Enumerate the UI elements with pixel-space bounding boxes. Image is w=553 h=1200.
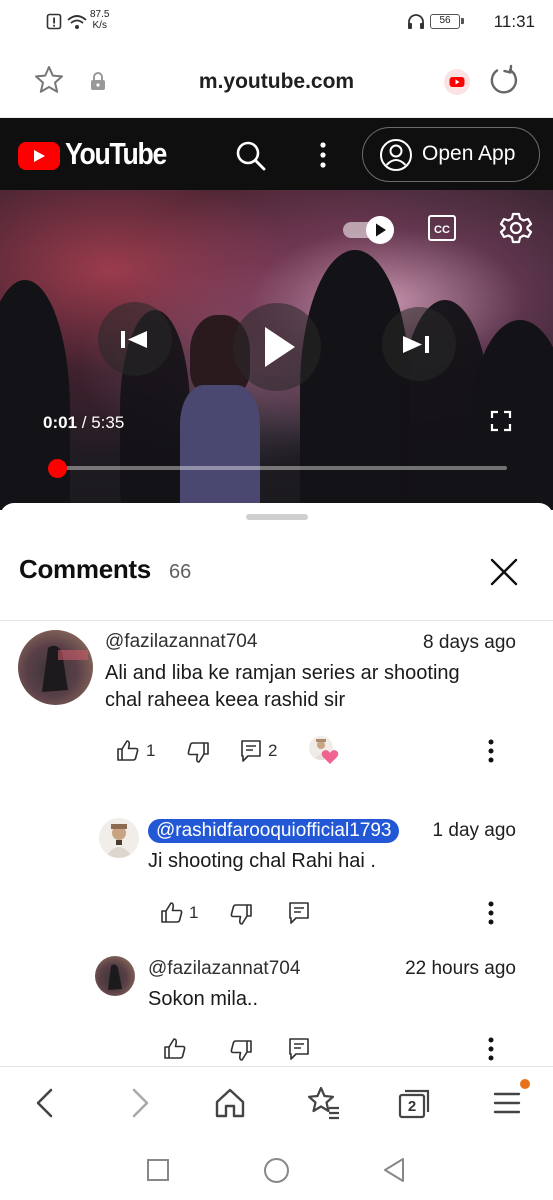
skip-previous-icon bbox=[121, 331, 147, 348]
reply-author[interactable]: @fazilazannat704 bbox=[148, 958, 300, 980]
comment-author[interactable]: @fazilazannat704 bbox=[105, 631, 257, 653]
youtube-site-icon[interactable] bbox=[443, 68, 471, 96]
wifi-icon bbox=[67, 15, 87, 29]
reply-text: Sokon mila.. bbox=[148, 988, 259, 1010]
home-icon[interactable] bbox=[214, 1087, 246, 1119]
play-icon bbox=[265, 327, 295, 367]
settings-gear-icon[interactable] bbox=[499, 211, 533, 245]
comments-panel bbox=[0, 503, 553, 1073]
network-speed: 87.5 K/s bbox=[90, 9, 109, 31]
time-separator: / bbox=[77, 413, 92, 432]
previous-button[interactable] bbox=[98, 302, 172, 376]
notification-dot bbox=[520, 1079, 530, 1089]
skip-next-icon bbox=[403, 336, 429, 353]
back-icon[interactable] bbox=[34, 1088, 56, 1118]
like-icon[interactable] bbox=[160, 901, 184, 925]
avatar[interactable] bbox=[18, 630, 93, 705]
reply-author-mention[interactable]: @rashidfarooquiofficial1793 bbox=[148, 819, 400, 843]
reply-icon[interactable] bbox=[240, 739, 262, 763]
dislike-icon[interactable] bbox=[229, 902, 253, 926]
battery-indicator: 56 bbox=[430, 14, 464, 29]
divider bbox=[0, 620, 553, 621]
tabs-button[interactable]: 2 bbox=[398, 1089, 430, 1119]
comment-timestamp: 8 days ago bbox=[423, 632, 516, 653]
forward-icon[interactable] bbox=[129, 1088, 151, 1118]
captions-button[interactable]: CC bbox=[427, 214, 457, 242]
browser-bottom-toolbar bbox=[0, 1066, 553, 1138]
browser-address-bar: m.youtube.com bbox=[0, 44, 553, 118]
playback-time: 0:01 / 5:35 bbox=[43, 413, 124, 433]
bookmarks-icon[interactable] bbox=[305, 1086, 341, 1120]
heart-icon bbox=[321, 750, 339, 764]
system-back-icon[interactable] bbox=[382, 1157, 406, 1183]
reply-text: Ji shooting chal Rahi hai . bbox=[148, 850, 376, 872]
dislike-icon[interactable] bbox=[229, 1038, 253, 1062]
reply-count: 2 bbox=[268, 741, 278, 760]
like-icon[interactable] bbox=[163, 1037, 187, 1061]
video-duration: 5:35 bbox=[91, 413, 125, 432]
comment-menu-icon[interactable] bbox=[486, 738, 496, 764]
comment-menu-icon[interactable] bbox=[486, 1036, 496, 1062]
autoplay-toggle[interactable] bbox=[342, 215, 398, 245]
more-options-icon[interactable] bbox=[318, 141, 328, 169]
status-bar: 87.5 K/s 56 11:31 bbox=[0, 0, 553, 44]
system-home-icon[interactable] bbox=[263, 1157, 290, 1184]
reply-timestamp: 1 day ago bbox=[432, 820, 516, 841]
headphones-icon bbox=[408, 14, 424, 29]
progress-scrubber[interactable] bbox=[48, 459, 67, 478]
fullscreen-icon[interactable] bbox=[490, 410, 512, 432]
clock: 11:31 bbox=[493, 12, 535, 31]
search-icon[interactable] bbox=[235, 140, 267, 172]
youtube-wordmark[interactable]: YouTube bbox=[65, 136, 167, 172]
comments-title: Comments bbox=[19, 554, 151, 584]
avatar[interactable] bbox=[99, 818, 139, 858]
sim-alert-icon bbox=[46, 13, 62, 30]
next-button[interactable] bbox=[382, 307, 456, 381]
comment-menu-icon[interactable] bbox=[486, 900, 496, 926]
like-count: 1 bbox=[146, 741, 156, 760]
recents-icon[interactable] bbox=[146, 1158, 170, 1182]
comments-count: 66 bbox=[169, 561, 192, 583]
dislike-icon[interactable] bbox=[186, 740, 210, 764]
like-count: 1 bbox=[189, 903, 199, 922]
current-time: 0:01 bbox=[43, 413, 78, 432]
open-app-label[interactable]: Open App bbox=[422, 142, 515, 166]
account-icon bbox=[380, 139, 412, 171]
reply-icon[interactable] bbox=[288, 1037, 310, 1061]
comment-text: Ali and liba ke ramjan series ar shootin… bbox=[105, 660, 460, 714]
play-button[interactable] bbox=[233, 303, 321, 391]
network-speed-unit: K/s bbox=[92, 20, 107, 31]
avatar[interactable] bbox=[95, 956, 135, 996]
captions-label: CC bbox=[434, 224, 450, 236]
tab-count: 2 bbox=[407, 1098, 417, 1115]
menu-icon[interactable] bbox=[493, 1090, 521, 1116]
drag-handle[interactable] bbox=[246, 514, 308, 520]
reload-icon[interactable] bbox=[488, 64, 520, 96]
comment-text-line: chal raheea keea rashid sir bbox=[105, 689, 346, 711]
reply-icon[interactable] bbox=[288, 901, 310, 925]
network-speed-value: 87.5 bbox=[90, 9, 110, 20]
like-icon[interactable] bbox=[116, 739, 140, 763]
progress-track[interactable] bbox=[58, 466, 507, 470]
video-frame-figure bbox=[180, 385, 260, 510]
reply-timestamp: 22 hours ago bbox=[405, 958, 516, 979]
youtube-logo-icon[interactable] bbox=[18, 142, 60, 170]
close-icon[interactable] bbox=[488, 556, 520, 588]
comment-text-line: Ali and liba ke ramjan series ar shootin… bbox=[105, 662, 460, 684]
